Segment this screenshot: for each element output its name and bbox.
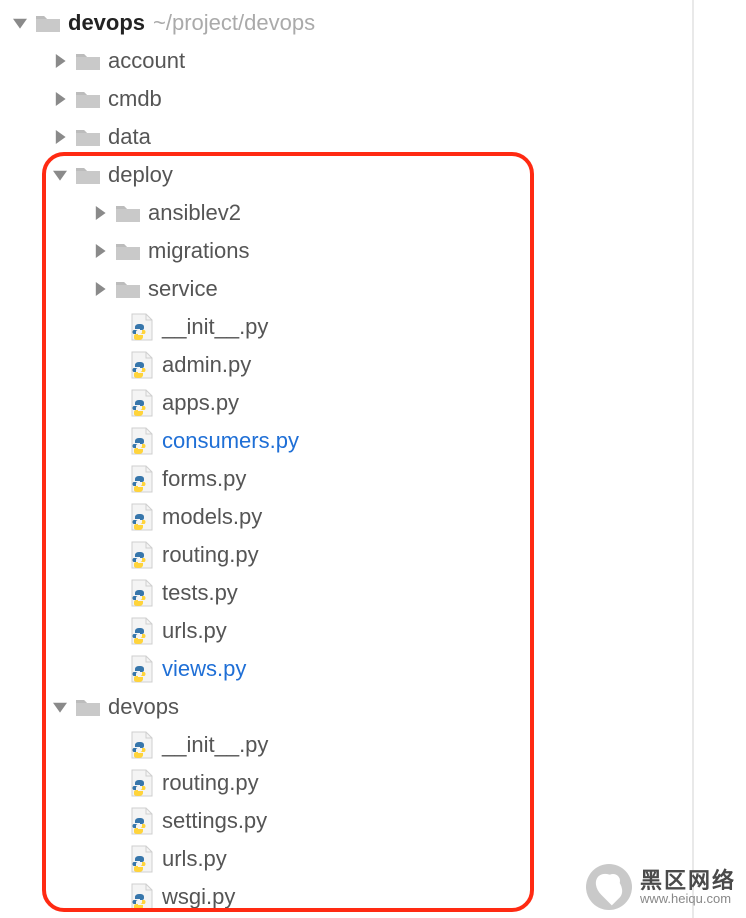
python-file-icon (128, 541, 156, 569)
folder-label: devops (108, 696, 179, 718)
tree-row-file[interactable]: tests.py (10, 574, 746, 612)
folder-label: cmdb (108, 88, 162, 110)
tree-row-root[interactable]: devops ~/project/devops (10, 4, 746, 42)
folder-label: devops (68, 12, 145, 34)
watermark-url: www.heiqu.com (640, 892, 736, 905)
folder-icon (74, 127, 102, 147)
folder-icon (74, 165, 102, 185)
file-label: apps.py (162, 392, 239, 414)
divider-line (692, 0, 694, 918)
file-label: settings.py (162, 810, 267, 832)
tree-row-file[interactable]: routing.py (10, 536, 746, 574)
chevron-right-icon[interactable] (50, 127, 70, 147)
tree-row-folder[interactable]: migrations (10, 232, 746, 270)
folder-path: ~/project/devops (153, 12, 315, 34)
chevron-right-icon[interactable] (90, 241, 110, 261)
file-label: tests.py (162, 582, 238, 604)
tree-row-file[interactable]: settings.py (10, 802, 746, 840)
python-file-icon (128, 579, 156, 607)
python-file-icon (128, 617, 156, 645)
python-file-icon (128, 883, 156, 911)
python-file-icon (128, 389, 156, 417)
tree-row-folder[interactable]: ansiblev2 (10, 194, 746, 232)
file-label: __init__.py (162, 316, 268, 338)
folder-icon (34, 13, 62, 33)
tree-row-file[interactable]: urls.py (10, 612, 746, 650)
tree-row-file[interactable]: views.py (10, 650, 746, 688)
tree-row-file[interactable]: models.py (10, 498, 746, 536)
python-file-icon (128, 351, 156, 379)
folder-label: service (148, 278, 218, 300)
watermark: 黑区网络 www.heiqu.com (586, 864, 736, 910)
tree-row-folder-expanded[interactable]: deploy (10, 156, 746, 194)
file-label: admin.py (162, 354, 251, 376)
chevron-down-icon[interactable] (10, 13, 30, 33)
file-label: urls.py (162, 848, 227, 870)
file-label: routing.py (162, 544, 259, 566)
tree-row-folder-expanded[interactable]: devops (10, 688, 746, 726)
folder-label: account (108, 50, 185, 72)
chevron-right-icon[interactable] (90, 279, 110, 299)
tree-row-folder[interactable]: cmdb (10, 80, 746, 118)
folder-label: ansiblev2 (148, 202, 241, 224)
folder-icon (114, 203, 142, 223)
python-file-icon (128, 503, 156, 531)
folder-label: deploy (108, 164, 173, 186)
python-file-icon (128, 731, 156, 759)
tree-row-file[interactable]: __init__.py (10, 308, 746, 346)
folder-label: data (108, 126, 151, 148)
file-label: urls.py (162, 620, 227, 642)
chevron-down-icon[interactable] (50, 165, 70, 185)
folder-icon (74, 89, 102, 109)
tree-row-file[interactable]: apps.py (10, 384, 746, 422)
file-tree: devops ~/project/devops account cmdb dat… (0, 0, 746, 916)
watermark-badge-icon (586, 864, 632, 910)
folder-icon (114, 241, 142, 261)
tree-row-file[interactable]: forms.py (10, 460, 746, 498)
watermark-title: 黑区网络 (640, 870, 736, 892)
file-label: consumers.py (162, 430, 299, 452)
tree-row-file[interactable]: routing.py (10, 764, 746, 802)
file-label: views.py (162, 658, 246, 680)
tree-row-file[interactable]: admin.py (10, 346, 746, 384)
file-label: models.py (162, 506, 262, 528)
file-label: __init__.py (162, 734, 268, 756)
folder-label: migrations (148, 240, 249, 262)
python-file-icon (128, 465, 156, 493)
python-file-icon (128, 313, 156, 341)
python-file-icon (128, 807, 156, 835)
tree-row-file[interactable]: __init__.py (10, 726, 746, 764)
folder-icon (74, 51, 102, 71)
folder-icon (114, 279, 142, 299)
chevron-right-icon[interactable] (50, 89, 70, 109)
chevron-down-icon[interactable] (50, 697, 70, 717)
python-file-icon (128, 769, 156, 797)
tree-row-file[interactable]: consumers.py (10, 422, 746, 460)
python-file-icon (128, 655, 156, 683)
python-file-icon (128, 845, 156, 873)
tree-row-folder[interactable]: data (10, 118, 746, 156)
file-label: forms.py (162, 468, 246, 490)
tree-row-folder[interactable]: service (10, 270, 746, 308)
chevron-right-icon[interactable] (50, 51, 70, 71)
chevron-right-icon[interactable] (90, 203, 110, 223)
file-label: wsgi.py (162, 886, 235, 908)
tree-row-folder[interactable]: account (10, 42, 746, 80)
python-file-icon (128, 427, 156, 455)
folder-icon (74, 697, 102, 717)
file-label: routing.py (162, 772, 259, 794)
